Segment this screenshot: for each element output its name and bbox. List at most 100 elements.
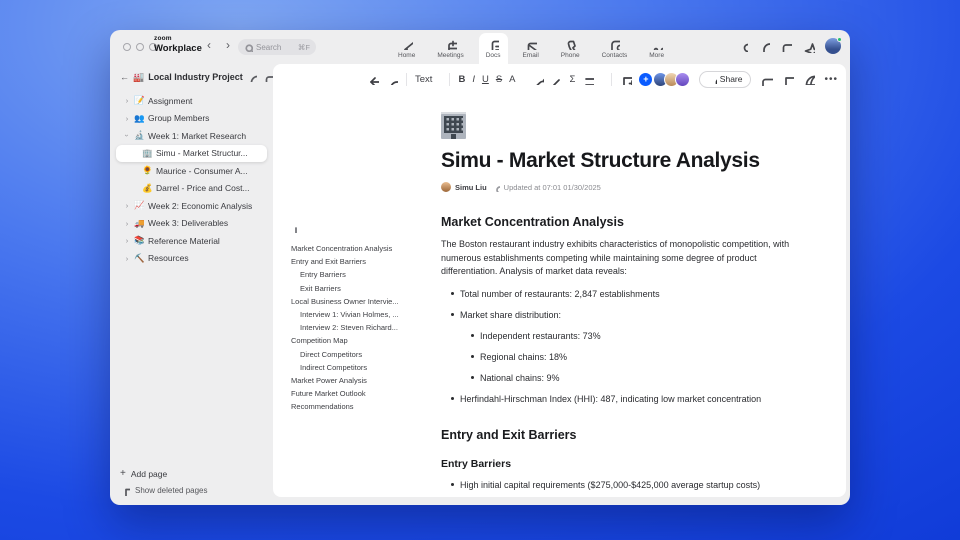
chevron-right-icon[interactable]: ›	[123, 219, 131, 228]
sidebar-item-group-members[interactable]: › 👥 Group Members	[116, 110, 267, 128]
home-icon	[403, 42, 413, 50]
chevron-right-icon[interactable]: ›	[123, 96, 131, 105]
chevron-right-icon[interactable]: ›	[123, 201, 131, 210]
chevron-right-icon[interactable]: ›	[123, 236, 131, 245]
minimize-window-button[interactable]	[136, 43, 144, 51]
doc-subheading[interactable]: Entry Barriers	[441, 458, 797, 470]
close-window-button[interactable]	[123, 43, 131, 51]
outline-item[interactable]: Indirect Competitors	[291, 361, 439, 374]
logo-workplace-text: Workplace	[154, 42, 202, 54]
outline-item[interactable]: Interview 1: Vivian Holmes, ...	[291, 308, 439, 321]
outline-item[interactable]: Competition Map	[291, 334, 439, 347]
sidebar-item-week2[interactable]: › 📈 Week 2: Economic Analysis	[116, 197, 267, 215]
doc-bullet[interactable]: National chains: 9%	[441, 373, 797, 384]
sidebar-back-icon[interactable]: ←	[120, 72, 129, 82]
sidebar-item-reference-material[interactable]: › 📚 Reference Material	[116, 232, 267, 250]
tab-email[interactable]: Email	[516, 33, 546, 64]
search-icon	[245, 43, 253, 52]
globe-icon[interactable]	[803, 73, 816, 85]
redo-icon[interactable]	[386, 73, 398, 85]
profile-contact-icon[interactable]	[736, 40, 748, 52]
share-button[interactable]: Share	[698, 70, 752, 88]
nav-back-button[interactable]: ‹	[203, 38, 215, 52]
tab-home[interactable]: Home	[391, 33, 422, 64]
outline-item[interactable]: Future Market Outlook	[291, 387, 439, 400]
doc-bullet[interactable]: Total number of restaurants: 2,847 estab…	[441, 289, 797, 300]
add-page-chevron-icon[interactable]	[258, 470, 265, 477]
equation-button[interactable]: Σ	[570, 74, 576, 85]
window-controls[interactable]	[123, 43, 157, 51]
document-body[interactable]: Simu - Market Structure Analysis Simu Li…	[441, 94, 797, 497]
doc-heading[interactable]: Entry and Exit Barriers	[441, 428, 797, 442]
plus-icon: +	[120, 468, 126, 479]
doc-bullet[interactable]: Independent restaurants: 73%	[441, 331, 797, 342]
add-page-button[interactable]: + Add page	[120, 465, 265, 482]
doc-more-options-icon[interactable]: •••	[824, 74, 838, 85]
outline-item[interactable]: Entry Barriers	[291, 268, 439, 281]
bullet-dot	[451, 483, 454, 486]
italic-button[interactable]: I	[472, 74, 475, 85]
doc-title[interactable]: Simu - Market Structure Analysis	[441, 149, 797, 173]
side-panel-toggle-icon[interactable]	[780, 40, 792, 52]
code-block-icon[interactable]	[551, 73, 563, 85]
outline-item[interactable]: Market Concentration Analysis	[291, 242, 439, 255]
video-camera-icon[interactable]	[760, 73, 774, 86]
text-color-dropdown[interactable]: A	[509, 74, 524, 85]
sidebar-item-maurice-doc[interactable]: 🌻 Maurice - Consumer A...	[116, 162, 267, 180]
align-dropdown[interactable]	[582, 73, 603, 85]
chevron-right-icon[interactable]: ›	[123, 254, 131, 263]
tab-phone[interactable]: Phone	[554, 33, 587, 64]
notifications-bell-icon[interactable]	[758, 40, 770, 52]
sidebar-item-assignment[interactable]: › 📝 Assignment	[116, 92, 267, 110]
strikethrough-button[interactable]: S	[496, 74, 502, 85]
chevron-right-icon[interactable]: ›	[123, 114, 131, 123]
project-sidebar: ← 🏭 Local Industry Project › 📝 Assignmen…	[110, 64, 273, 505]
sidebar-item-week3[interactable]: › 🚚 Week 3: Deliverables	[116, 215, 267, 233]
tab-more[interactable]: More	[642, 33, 671, 64]
outline-collapse-icon[interactable]	[291, 224, 439, 233]
bullet-dot	[471, 376, 474, 379]
outline-item[interactable]: Market Power Analysis	[291, 374, 439, 387]
sidebar-item-week1[interactable]: › 🔬 Week 1: Market Research	[116, 127, 267, 145]
doc-heading[interactable]: Market Concentration Analysis	[441, 215, 797, 229]
add-comment-icon[interactable]	[620, 73, 633, 85]
doc-paragraph[interactable]: The Boston restaurant industry exhibits …	[441, 238, 797, 279]
collaborator-avatars[interactable]	[652, 71, 690, 87]
sidebar-item-resources[interactable]: › ⛏️ Resources	[116, 250, 267, 268]
global-search-input[interactable]: Search ⌘F	[238, 39, 316, 55]
bold-button[interactable]: B	[458, 74, 465, 85]
insert-link-icon[interactable]	[532, 73, 544, 85]
collaborator-avatar[interactable]	[674, 71, 690, 87]
outline-item[interactable]: Recommendations	[291, 400, 439, 413]
ai-companion-icon[interactable]	[802, 40, 815, 53]
tab-docs[interactable]: Docs	[478, 33, 508, 64]
outline-item[interactable]: Direct Competitors	[291, 348, 439, 361]
doc-bullet[interactable]: Market share distribution:	[441, 310, 797, 321]
docs-content-panel: Text B I U S A Σ + Share ••• Market Conc…	[273, 64, 846, 497]
outline-item[interactable]: Entry and Exit Barriers	[291, 255, 439, 268]
undo-icon[interactable]	[367, 73, 379, 85]
more-dots-icon	[653, 47, 663, 50]
nav-forward-button[interactable]: ›	[222, 38, 234, 52]
outline-item[interactable]: Local Business Owner Intervie...	[291, 295, 439, 308]
text-style-dropdown[interactable]: Text	[415, 74, 441, 85]
doc-bullet[interactable]: High initial capital requirements ($275,…	[441, 480, 797, 491]
sidebar-item-darrel-doc[interactable]: 💰 Darrel - Price and Cost...	[116, 180, 267, 198]
outline-item[interactable]: Exit Barriers	[291, 282, 439, 295]
user-avatar[interactable]	[825, 37, 842, 54]
doc-bullet[interactable]: Regional chains: 18%	[441, 352, 797, 363]
outline-item[interactable]: Interview 2: Steven Richard...	[291, 321, 439, 334]
show-deleted-pages-button[interactable]: Show deleted pages	[120, 482, 265, 499]
sidebar-collapse-icon[interactable]	[263, 72, 273, 82]
sidebar-search-icon[interactable]	[247, 72, 257, 82]
underline-button[interactable]: U	[482, 74, 489, 85]
chevron-down-icon[interactable]: ›	[123, 132, 132, 140]
sidebar-item-simu-doc[interactable]: 🏢 Simu - Market Structur...	[116, 144, 267, 162]
tab-contacts[interactable]: Contacts	[595, 33, 635, 64]
doc-bullet[interactable]: Herfindahl-Hirschman Index (HHI): 487, i…	[441, 394, 797, 405]
author-name: Simu Liu	[455, 182, 487, 192]
chat-bubble-icon[interactable]	[782, 73, 795, 85]
tab-meetings[interactable]: Meetings	[430, 33, 470, 64]
ai-insert-button[interactable]: +	[639, 72, 653, 86]
logo-zoom-text: zoom	[154, 35, 172, 42]
